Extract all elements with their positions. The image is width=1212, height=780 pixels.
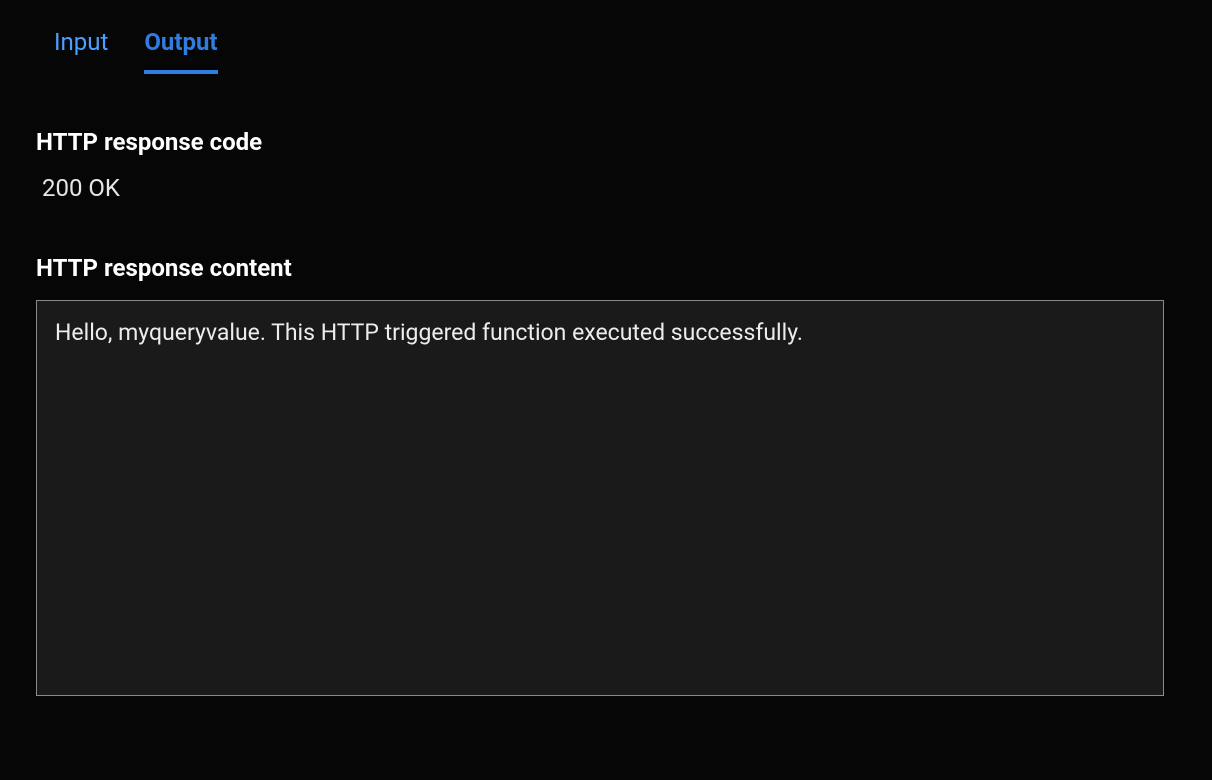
response-content-label: HTTP response content — [36, 254, 1176, 282]
response-code-value: 200 OK — [36, 174, 1176, 202]
tab-bar: Input Output — [36, 28, 1176, 74]
response-content-textarea[interactable] — [36, 300, 1164, 696]
tab-output[interactable]: Output — [144, 28, 217, 74]
tab-input[interactable]: Input — [54, 28, 108, 74]
response-code-label: HTTP response code — [36, 128, 1176, 156]
output-panel: Input Output HTTP response code 200 OK H… — [0, 0, 1212, 700]
